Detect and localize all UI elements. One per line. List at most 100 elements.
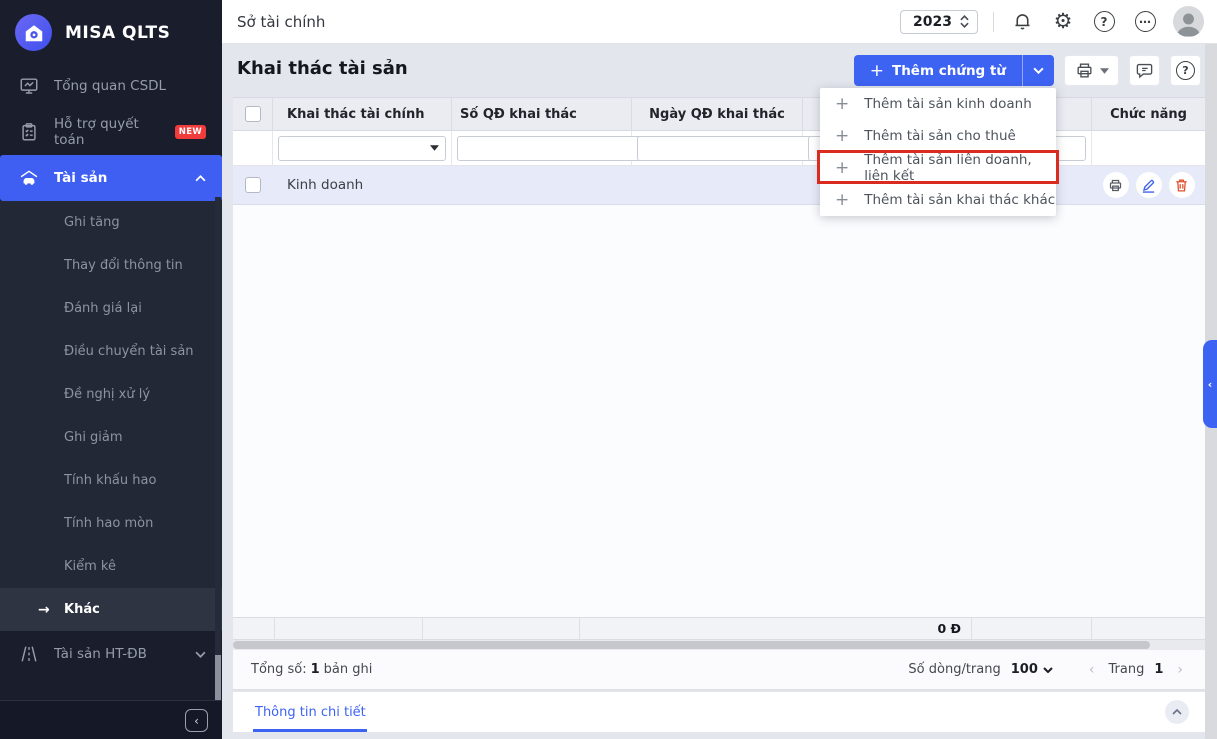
assets-table: Khai thác tài chính Số QĐ khai thác Ngày… xyxy=(233,97,1205,650)
sidebar-subitem-kiem-ke[interactable]: Kiểm kê xyxy=(0,545,222,588)
rows-per-page-select[interactable]: 100 xyxy=(1011,662,1053,677)
filter-ngay-qd-textbox[interactable] xyxy=(644,136,814,160)
add-document-button[interactable]: + Thêm chứng từ xyxy=(853,55,1022,86)
toolbar: + Thêm chứng từ ? xyxy=(853,55,1201,86)
subitem-label: Khác xyxy=(64,602,100,617)
summary-total-cell: 0 Đ xyxy=(580,618,972,639)
bell-icon xyxy=(1015,14,1029,30)
sidebar-item-label: Tổng quan CSDL xyxy=(54,78,167,94)
sidebar-subitem-dieu-chuyen-tai-san[interactable]: Điều chuyển tài sản xyxy=(0,330,222,373)
column-header-ngay-qd-khai-thac[interactable]: Ngày QĐ khai thác xyxy=(632,98,803,130)
menu-item-them-tai-san-lien-doanh-lien-ket[interactable]: + Thêm tài sản liên doanh, liên kết xyxy=(820,152,1056,184)
chevron-up-icon xyxy=(195,174,206,181)
detail-collapse-button[interactable] xyxy=(1165,700,1189,724)
summary-cell xyxy=(233,618,275,639)
menu-item-them-tai-san-khai-thac-khac[interactable]: + Thêm tài sản khai thác khác xyxy=(820,184,1056,216)
sidebar-subitem-danh-gia-lai[interactable]: Đánh giá lại xyxy=(0,287,222,330)
subitem-label: Tính khấu hao xyxy=(64,473,157,488)
settings-button[interactable]: ⚙ xyxy=(1050,9,1076,35)
brand-name: MISA QLTS xyxy=(65,22,171,43)
plus-icon: + xyxy=(835,157,850,178)
prev-page-button[interactable]: ‹ xyxy=(1085,662,1099,678)
main-content: Khai thác tài sản + Thêm chứng từ ? Khai… xyxy=(222,44,1217,739)
chevron-down-icon xyxy=(1099,67,1109,74)
help-button[interactable]: ? xyxy=(1091,9,1117,35)
filter-so-qd-input[interactable] xyxy=(457,135,661,161)
year-value: 2023 xyxy=(913,13,952,30)
status-bar: Tổng số: 1 bản ghi Số dòng/trang 100 ‹ T… xyxy=(233,650,1205,691)
topbar: Sở tài chính 2023 ⚙ ? ⋯ xyxy=(222,0,1217,44)
row-checkbox[interactable] xyxy=(245,177,261,193)
row-edit-button[interactable] xyxy=(1135,172,1162,198)
printer-icon xyxy=(1109,179,1122,191)
divider xyxy=(993,11,994,32)
sidebar-subitem-ghi-tang[interactable]: Ghi tăng xyxy=(0,201,222,244)
plus-icon: + xyxy=(835,125,850,146)
menu-item-label: Thêm tài sản kinh doanh xyxy=(864,96,1032,112)
horizontal-scrollbar-thumb[interactable] xyxy=(233,641,1150,649)
sidebar-item-tai-san-ht-db[interactable]: Tài sản HT-ĐB xyxy=(0,631,222,677)
add-document-label: Thêm chứng từ xyxy=(891,62,1006,79)
sidebar-item-tong-quan-csdl[interactable]: Tổng quan CSDL xyxy=(0,63,222,109)
side-panel-handle[interactable]: ‹ xyxy=(1203,340,1217,428)
sidebar-scrollbar-track[interactable] xyxy=(215,197,221,700)
menu-item-them-tai-san-kinh-doanh[interactable]: + Thêm tài sản kinh doanh xyxy=(820,88,1056,120)
road-icon xyxy=(21,646,37,662)
sidebar-scrollbar-thumb[interactable] xyxy=(215,655,221,700)
table-row[interactable]: Kinh doanh xyxy=(233,166,1205,205)
total-records: Tổng số: 1 bản ghi xyxy=(251,662,372,677)
subitem-label: Đề nghị xử lý xyxy=(64,387,151,402)
filter-khai-thac-select[interactable] xyxy=(278,135,446,161)
print-button[interactable] xyxy=(1064,55,1119,86)
add-document-menu-toggle[interactable] xyxy=(1022,55,1054,86)
total-label: Tổng số: xyxy=(251,662,307,677)
sidebar-subitem-khac[interactable]: → Khác xyxy=(0,588,222,631)
sidebar-item-ho-tro-quyet-toan[interactable]: Hỗ trợ quyết toán NEW xyxy=(0,109,222,155)
sidebar-item-tai-san[interactable]: Tài sản xyxy=(0,155,222,201)
page-help-button[interactable]: ? xyxy=(1170,55,1201,86)
column-header-khai-thac-tai-chinh[interactable]: Khai thác tài chính xyxy=(273,98,452,130)
sidebar-item-label: Tài sản xyxy=(54,170,108,186)
printer-icon xyxy=(1076,63,1092,78)
gear-icon: ⚙ xyxy=(1053,9,1073,33)
sidebar-subitem-de-nghi-xu-ly[interactable]: Đề nghị xử lý xyxy=(0,373,222,416)
caret-down-icon xyxy=(430,145,439,151)
table-header-row: Khai thác tài chính Số QĐ khai thác Ngày… xyxy=(233,97,1205,131)
menu-item-label: Thêm tài sản cho thuê xyxy=(864,128,1016,144)
year-selector[interactable]: 2023 xyxy=(900,9,978,34)
feedback-button[interactable] xyxy=(1129,55,1160,86)
new-badge: NEW xyxy=(174,125,206,139)
tab-thong-tin-chi-tiet[interactable]: Thông tin chi tiết xyxy=(253,692,368,732)
sidebar-item-label: Tài sản HT-ĐB xyxy=(54,646,147,662)
subitem-label: Ghi giảm xyxy=(64,430,123,445)
sidebar-subitem-thay-doi-thong-tin[interactable]: Thay đổi thông tin xyxy=(0,244,222,287)
plus-icon: + xyxy=(869,60,884,81)
filter-so-qd-textbox[interactable] xyxy=(464,136,634,160)
page-label: Trang xyxy=(1108,662,1145,677)
column-header-chuc-nang: Chức năng xyxy=(1110,106,1187,122)
select-all-checkbox[interactable] xyxy=(244,106,261,122)
sidebar-subitem-ghi-giam[interactable]: Ghi giảm xyxy=(0,416,222,459)
user-avatar[interactable] xyxy=(1173,6,1204,37)
sidebar-subitem-tinh-hao-mon[interactable]: Tính hao mòn xyxy=(0,502,222,545)
detail-tab-bar: Thông tin chi tiết xyxy=(233,692,1205,732)
chevron-up-icon xyxy=(1172,709,1182,715)
year-spinner-icon[interactable] xyxy=(960,15,969,28)
more-button[interactable]: ⋯ xyxy=(1132,9,1158,35)
column-header-so-qd-khai-thac[interactable]: Số QĐ khai thác xyxy=(452,98,632,130)
menu-item-them-tai-san-cho-thue[interactable]: + Thêm tài sản cho thuê xyxy=(820,120,1056,152)
page-title: Khai thác tài sản xyxy=(237,58,408,79)
caret-down-icon xyxy=(1043,666,1053,673)
row-print-button[interactable] xyxy=(1102,172,1129,198)
filter-row xyxy=(233,131,1205,166)
tab-label: Thông tin chi tiết xyxy=(255,704,366,720)
subitem-label: Điều chuyển tài sản xyxy=(64,344,194,359)
sidebar-collapse-button[interactable]: ‹ xyxy=(185,709,208,732)
chevron-down-icon xyxy=(1033,67,1044,74)
row-delete-button[interactable] xyxy=(1168,172,1195,198)
add-document-split-button: + Thêm chứng từ xyxy=(853,55,1054,86)
horizontal-scrollbar-track[interactable] xyxy=(233,640,1205,650)
notifications-button[interactable] xyxy=(1009,9,1035,35)
next-page-button[interactable]: › xyxy=(1173,662,1187,678)
sidebar-subitem-tinh-khau-hao[interactable]: Tính khấu hao xyxy=(0,459,222,502)
